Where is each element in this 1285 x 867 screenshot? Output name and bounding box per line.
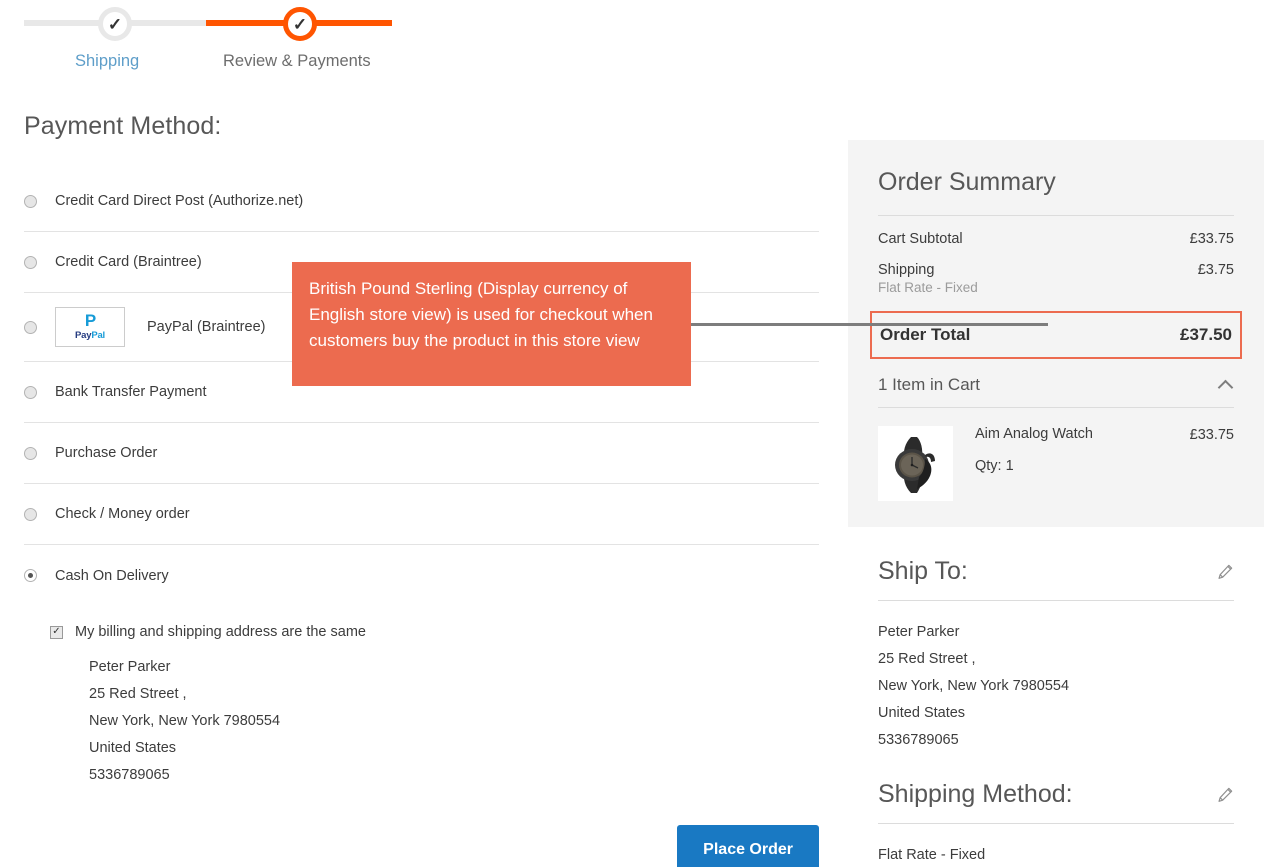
paypal-p-icon: P — [84, 310, 96, 330]
ship-to-line: 25 Red Street , — [878, 651, 976, 667]
cart-item-name: Aim Analog Watch — [975, 426, 1093, 442]
billing-address-line: New York, New York 7980554 — [89, 713, 281, 729]
page-title: Payment Method: — [24, 112, 222, 140]
paypal-wordmark: PayPal — [75, 330, 105, 341]
order-total-row: Order Total £37.50 — [870, 311, 1242, 359]
cart-item-price: £33.75 — [1189, 427, 1234, 443]
ship-to-title: Ship To: — [878, 557, 968, 585]
summary-row-value: £3.75 — [1197, 262, 1234, 278]
same-address-label: My billing and shipping address are the … — [75, 624, 366, 640]
cart-item-qty: Qty: 1 — [975, 458, 1014, 474]
shipping-method-block: Shipping Method: Flat Rate - Fixed — [848, 780, 1264, 867]
ship-to-header: Ship To: — [878, 557, 1234, 586]
paypal-wordmark-pay: Pay — [75, 329, 92, 341]
ship-to-line: Peter Parker — [878, 624, 960, 640]
pencil-icon[interactable] — [1216, 563, 1234, 581]
cash-on-delivery-details: ✓ My billing and shipping address are th… — [24, 606, 819, 789]
shipping-method-value-wrap: Flat Rate - Fixed — [878, 842, 1234, 867]
divider — [878, 215, 1234, 216]
summary-row-value: £33.75 — [1189, 231, 1234, 247]
radio-bank-transfer[interactable] — [24, 385, 37, 399]
paypal-logo: P PayPal — [55, 307, 125, 347]
shipping-method-title: Shipping Method: — [878, 780, 1073, 808]
progress-label-review-payments: Review & Payments — [223, 52, 371, 70]
ship-to-line: United States — [878, 705, 966, 721]
payment-section: Payment Method: Credit Card Direct Post … — [24, 112, 819, 867]
ship-to-line: New York, New York 7980554 — [878, 678, 1070, 694]
chevron-up-icon — [1217, 379, 1234, 395]
order-total-label: Order Total — [880, 325, 971, 344]
summary-row-shipping: Shipping Flat Rate - Fixed £3.75 — [878, 262, 1234, 295]
radio-credit-card-braintree[interactable] — [24, 255, 37, 269]
paypal-wordmark-pal: Pal — [91, 329, 105, 341]
billing-address-line: 5336789065 — [89, 767, 170, 783]
progress-label-shipping[interactable]: Shipping — [75, 52, 139, 71]
same-address-row[interactable]: ✓ My billing and shipping address are th… — [50, 624, 819, 640]
radio-check-money-order[interactable] — [24, 507, 37, 521]
divider — [878, 600, 1234, 601]
radio-cash-on-delivery[interactable] — [24, 569, 37, 582]
ship-to-block: Ship To: Peter Parker 25 Red Street , Ne… — [848, 557, 1264, 754]
check-icon: ✓ — [107, 14, 123, 34]
progress-step-review-payments[interactable]: ✓ — [283, 7, 317, 41]
cart-item-row: Aim Analog Watch Qty: 1 £33.75 — [878, 426, 1234, 501]
billing-address-line: United States — [89, 740, 177, 756]
radio-purchase-order[interactable] — [24, 446, 37, 460]
ship-to-address: Peter Parker 25 Red Street , New York, N… — [878, 619, 1234, 754]
checkout-progress-bar: ✓ ✓ Shipping Review & Payments — [0, 0, 820, 90]
summary-row-label: Cart Subtotal — [878, 231, 963, 247]
billing-address-line: Peter Parker — [89, 659, 171, 675]
payment-method-authorize-net[interactable]: Credit Card Direct Post (Authorize.net) — [24, 171, 819, 232]
order-summary-title: Order Summary — [878, 168, 1056, 196]
check-icon: ✓ — [292, 14, 308, 34]
place-order-row: Place Order — [24, 825, 819, 867]
ship-to-line: 5336789065 — [878, 732, 959, 748]
divider — [878, 823, 1234, 824]
checkbox-same-billing-address[interactable]: ✓ — [50, 625, 63, 639]
items-in-cart-toggle[interactable]: 1 Item in Cart — [878, 375, 1234, 408]
checkout-page: ✓ ✓ Shipping Review & Payments Payment M… — [0, 0, 1285, 867]
shipping-method-header: Shipping Method: — [878, 780, 1234, 809]
summary-row-sublabel: Flat Rate - Fixed — [878, 280, 978, 295]
summary-row-label: Shipping — [878, 262, 935, 278]
payment-method-cash-on-delivery[interactable]: Cash On Delivery — [24, 545, 819, 606]
radio-paypal-braintree[interactable] — [24, 320, 37, 334]
order-sidebar: Order Summary Cart Subtotal £33.75 Shipp… — [848, 140, 1264, 867]
payment-method-check-money-order[interactable]: Check / Money order — [24, 484, 819, 545]
payment-method-label: Credit Card Direct Post (Authorize.net) — [55, 193, 304, 209]
items-in-cart-label: 1 Item in Cart — [878, 375, 981, 394]
order-total-value: £37.50 — [1180, 325, 1232, 344]
pencil-icon[interactable] — [1216, 786, 1234, 804]
order-summary-panel: Order Summary Cart Subtotal £33.75 Shipp… — [848, 140, 1264, 527]
payment-method-label: PayPal (Braintree) — [147, 319, 266, 335]
payment-method-label: Cash On Delivery — [55, 567, 169, 584]
annotation-callout: British Pound Sterling (Display currency… — [292, 262, 691, 386]
payment-method-label: Bank Transfer Payment — [55, 384, 207, 400]
payment-method-label: Purchase Order — [55, 445, 158, 461]
billing-address-block: Peter Parker 25 Red Street , New York, N… — [50, 654, 819, 789]
annotation-connector-line — [691, 323, 1048, 326]
payment-method-label: Check / Money order — [55, 506, 190, 522]
radio-authorize-net[interactable] — [24, 194, 37, 208]
payment-method-label: Credit Card (Braintree) — [55, 254, 202, 270]
place-order-button[interactable]: Place Order — [677, 825, 819, 867]
product-thumbnail — [878, 426, 953, 501]
summary-row-cart-subtotal: Cart Subtotal £33.75 — [878, 231, 1234, 247]
billing-address-line: 25 Red Street , — [89, 686, 187, 702]
progress-step-shipping[interactable]: ✓ — [98, 7, 132, 41]
payment-method-purchase-order[interactable]: Purchase Order — [24, 423, 819, 484]
cart-item-info: Aim Analog Watch Qty: 1 — [975, 426, 1190, 501]
shipping-method-value: Flat Rate - Fixed — [878, 847, 986, 863]
